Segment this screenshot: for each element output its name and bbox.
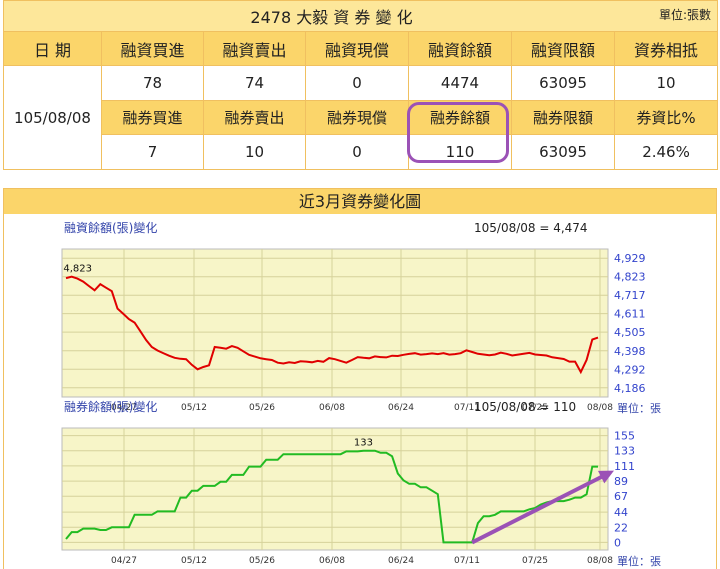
unit-label-0: 單位：張: [617, 401, 661, 415]
y-tick-label-0-1: 4,823: [614, 271, 646, 284]
x-tick-label-0-4: 06/24: [388, 403, 414, 413]
y-tick-label-0-2: 4,717: [614, 289, 646, 302]
short-balance-highlight: [407, 102, 509, 163]
table-title-row: 單位:張數 2478 大毅 資 券 變 化: [2, 0, 719, 32]
header-margin-sell: 融資賣出: [203, 31, 306, 66]
y-tick-label-0-6: 4,292: [614, 363, 646, 376]
value-short-sell: 10: [203, 134, 306, 170]
x-tick-label-1-2: 05/26: [249, 556, 275, 566]
header-short-repay: 融券現償: [305, 100, 409, 135]
value-margin-limit: 63095: [511, 65, 615, 101]
date-value: 105/08/08: [3, 65, 102, 170]
unit-label-1: 單位：張: [617, 554, 661, 568]
value-short-buy: 7: [101, 134, 204, 170]
y-tick-label-1-6: 22: [614, 521, 628, 534]
y-tick-label-0-5: 4,398: [614, 345, 646, 358]
value-margin-balance: 4474: [408, 65, 512, 101]
value-margin-repay: 0: [305, 65, 409, 101]
chart-title-0: 融資餘額(張)變化: [64, 220, 157, 235]
margin-header-row: 日 期 融資買進 融資賣出 融資現償 融資餘額 融資限額 資券相抵: [3, 31, 719, 66]
x-tick-label-1-4: 06/24: [388, 556, 414, 566]
y-tick-label-1-5: 44: [614, 506, 628, 519]
header-margin-repay: 融資現償: [305, 31, 409, 66]
x-tick-label-1-1: 05/12: [181, 556, 207, 566]
x-tick-label-0-2: 05/26: [249, 403, 275, 413]
unit-label: 單位:張數: [659, 8, 712, 22]
header-margin-balance: 融資餘額: [408, 31, 512, 66]
chart-svg: 4,929 4,823 4,717 4,611 4,505 4,398 4,292 4,186…: [61, 220, 661, 568]
x-tick-label-0-1: 05/12: [181, 403, 207, 413]
header-short-ratio: 券資比%: [613, 100, 719, 135]
peak-label-1: 133: [354, 438, 373, 449]
y-tick-label-1-2: 111: [614, 460, 635, 473]
value-margin-buy: 78: [101, 65, 204, 101]
peak-label-0: 4,823: [63, 264, 92, 275]
header-short-limit: 融券限額: [511, 100, 615, 135]
y-tick-label-1-1: 133: [614, 445, 635, 458]
margin-value-row: 105/08/08 78 74 0 4474 63095 10: [3, 65, 719, 170]
chart-title-1: 融券餘額(張)變化: [64, 399, 157, 414]
x-tick-label-1-7: 08/08: [587, 556, 613, 566]
table-title: 2478 大毅 資 券 變 化: [250, 8, 413, 27]
date-header: 日 期: [3, 31, 102, 66]
chart-summary-0: 105/08/08 = 4,474: [474, 221, 588, 235]
short-value-row: 7 10 0 110 63095 2.46%: [4, 134, 719, 170]
y-tick-label-0-0: 4,929: [614, 252, 646, 265]
y-tick-label-0-7: 4,186: [614, 382, 646, 395]
chart-section-title: 近3月資券變化圖: [4, 189, 716, 214]
x-tick-label-1-3: 06/08: [319, 556, 345, 566]
value-short-ratio: 2.46%: [613, 134, 719, 170]
y-tick-label-1-4: 67: [614, 490, 628, 503]
value-margin-sell: 74: [203, 65, 306, 101]
x-tick-label-0-3: 06/08: [319, 403, 345, 413]
chart-summary-1: 105/08/08 = 110: [474, 400, 576, 414]
y-tick-label-1-7: 0: [614, 536, 621, 549]
short-header-row: 融券買進 融券賣出 融券現償 融券餘額 融券限額 券資比%: [4, 100, 719, 135]
plot-bg-1: [61, 427, 609, 551]
x-tick-label-1-5: 07/11: [454, 556, 480, 566]
value-short-repay: 0: [305, 134, 409, 170]
y-tick-label-0-3: 4,611: [614, 308, 646, 321]
value-short-limit: 63095: [511, 134, 615, 170]
header-offset: 資券相抵: [613, 31, 719, 66]
x-tick-label-1-0: 04/27: [111, 556, 137, 566]
plot-bg-0: [61, 248, 609, 398]
chart-section: 近3月資券變化圖 4,929 4,823 4,717 4,611 4,505 4,398 4…: [3, 188, 717, 569]
header-short-buy: 融券買進: [101, 100, 204, 135]
header-short-sell: 融券賣出: [203, 100, 306, 135]
margin-short-table: 單位:張數 2478 大毅 資 券 變 化 日 期 融資買進 融資賣出 融資現償…: [2, 0, 719, 170]
header-margin-buy: 融資買進: [101, 31, 204, 66]
y-tick-label-1-0: 155: [614, 430, 635, 443]
x-tick-label-0-7: 08/08: [587, 403, 613, 413]
y-tick-label-0-4: 4,505: [614, 326, 646, 339]
y-tick-label-1-3: 89: [614, 475, 628, 488]
header-margin-limit: 融資限額: [511, 31, 615, 66]
x-tick-label-1-6: 07/25: [522, 556, 548, 566]
value-offset: 10: [613, 65, 719, 101]
